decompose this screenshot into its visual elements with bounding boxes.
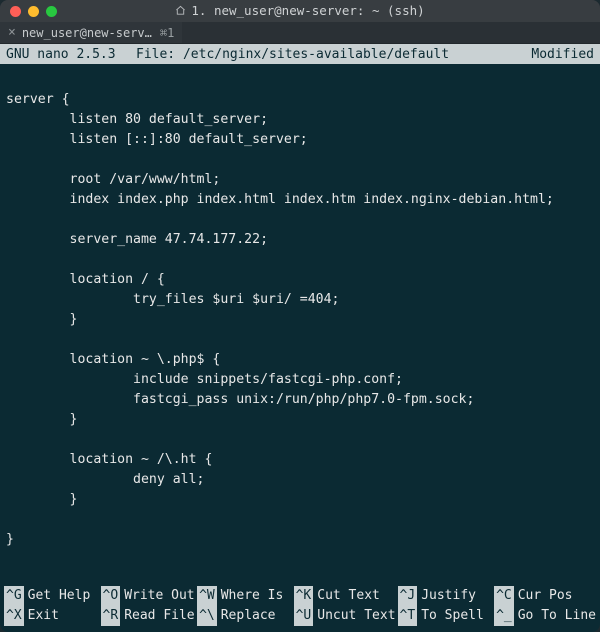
nano-shortcut: ^UUncut Text	[294, 606, 396, 626]
shortcut-key: ^C	[494, 586, 514, 606]
window-title: 1. new_user@new-server: ~ (ssh)	[0, 3, 600, 19]
nano-app-label: GNU nano 2.5.3	[6, 47, 136, 62]
close-window-button[interactable]	[10, 6, 21, 17]
editor-line: index index.php index.html index.htm ind…	[6, 190, 594, 210]
editor-line	[6, 150, 594, 170]
editor-line: include snippets/fastcgi-php.conf;	[6, 370, 594, 390]
tab-label: new_user@new-serv…	[22, 26, 152, 40]
editor-line: server {	[6, 90, 594, 110]
traffic-lights	[0, 6, 57, 17]
shortcut-key: ^K	[294, 586, 314, 606]
editor-line: fastcgi_pass unix:/run/php/php7.0-fpm.so…	[6, 390, 594, 410]
minimize-window-button[interactable]	[28, 6, 39, 17]
editor-line: try_files $uri $uri/ =404;	[6, 290, 594, 310]
shortcut-key: ^X	[4, 606, 24, 626]
editor-line	[6, 330, 594, 350]
zoom-window-button[interactable]	[46, 6, 57, 17]
nano-shortcut: ^TTo Spell	[398, 606, 493, 626]
editor-line: location / {	[6, 270, 594, 290]
shortcut-key: ^U	[294, 606, 314, 626]
editor-line	[6, 430, 594, 450]
nano-file-label: File: /etc/nginx/sites-available/default	[136, 47, 514, 62]
nano-shortcut: ^OWrite Out	[101, 586, 196, 606]
editor-line: listen [::]:80 default_server;	[6, 130, 594, 150]
editor-line	[6, 510, 594, 530]
nano-shortcut: ^XExit	[4, 606, 99, 626]
editor-line	[6, 70, 594, 90]
shortcut-label: Cur Pos	[518, 586, 573, 606]
shortcut-label: To Spell	[421, 606, 484, 626]
shortcut-label: Exit	[28, 606, 59, 626]
editor-line: location ~ \.php$ {	[6, 350, 594, 370]
shortcut-key: ^W	[197, 586, 217, 606]
shortcut-key: ^R	[101, 606, 121, 626]
nano-status-label: Modified	[514, 47, 594, 62]
editor-line	[6, 210, 594, 230]
shortcut-key: ^T	[398, 606, 418, 626]
editor-line: server_name 47.74.177.22;	[6, 230, 594, 250]
nano-shortcut: ^RRead File	[101, 606, 196, 626]
shortcut-label: Go To Line	[518, 606, 596, 626]
editor-line: }	[6, 410, 594, 430]
nano-shortcut: ^CCur Pos	[494, 586, 596, 606]
terminal-viewport[interactable]: GNU nano 2.5.3 File: /etc/nginx/sites-av…	[0, 44, 600, 632]
shortcut-label: Get Help	[28, 586, 91, 606]
editor-line: root /var/www/html;	[6, 170, 594, 190]
editor-line: }	[6, 310, 594, 330]
editor-line: location ~ /\.ht {	[6, 450, 594, 470]
shortcut-label: Where Is	[221, 586, 284, 606]
window-title-prefix: 1.	[191, 3, 206, 18]
editor-line: deny all;	[6, 470, 594, 490]
shortcut-label: Replace	[221, 606, 276, 626]
shortcut-key: ^_	[494, 606, 514, 626]
terminal-window: 1. new_user@new-server: ~ (ssh) × new_us…	[0, 0, 600, 632]
editor-blank-row	[0, 566, 600, 586]
shortcut-key: ^\	[197, 606, 217, 626]
nano-shortcut-bar: ^GGet Help^OWrite Out^WWhere Is^KCut Tex…	[0, 586, 600, 632]
shortcut-label: Uncut Text	[317, 606, 395, 626]
editor-line: listen 80 default_server;	[6, 110, 594, 130]
nano-header-bar: GNU nano 2.5.3 File: /etc/nginx/sites-av…	[0, 44, 600, 64]
shortcut-label: Read File	[124, 606, 194, 626]
titlebar: 1. new_user@new-server: ~ (ssh)	[0, 0, 600, 22]
nano-shortcut: ^_Go To Line	[494, 606, 596, 626]
nano-shortcut: ^KCut Text	[294, 586, 396, 606]
nano-shortcut: ^GGet Help	[4, 586, 99, 606]
tab-shortcut: ⌘1	[160, 26, 174, 40]
editor-line	[6, 250, 594, 270]
home-icon	[175, 4, 186, 19]
editor-line: }	[6, 490, 594, 510]
shortcut-label: Justify	[421, 586, 476, 606]
nano-shortcut: ^WWhere Is	[197, 586, 292, 606]
editor-line: }	[6, 530, 594, 550]
tabbar: × new_user@new-serv… ⌘1	[0, 22, 600, 44]
window-title-text: new_user@new-server: ~ (ssh)	[214, 3, 425, 18]
nano-shortcut: ^\Replace	[197, 606, 292, 626]
shortcut-key: ^J	[398, 586, 418, 606]
shortcut-key: ^G	[4, 586, 24, 606]
nano-shortcut: ^JJustify	[398, 586, 493, 606]
nano-editor-content[interactable]: server { listen 80 default_server; liste…	[0, 64, 600, 566]
close-tab-icon[interactable]: ×	[8, 26, 16, 39]
shortcut-label: Cut Text	[317, 586, 380, 606]
shortcut-label: Write Out	[124, 586, 194, 606]
shortcut-key: ^O	[101, 586, 121, 606]
tab-ssh-session[interactable]: × new_user@new-serv… ⌘1	[0, 22, 182, 43]
